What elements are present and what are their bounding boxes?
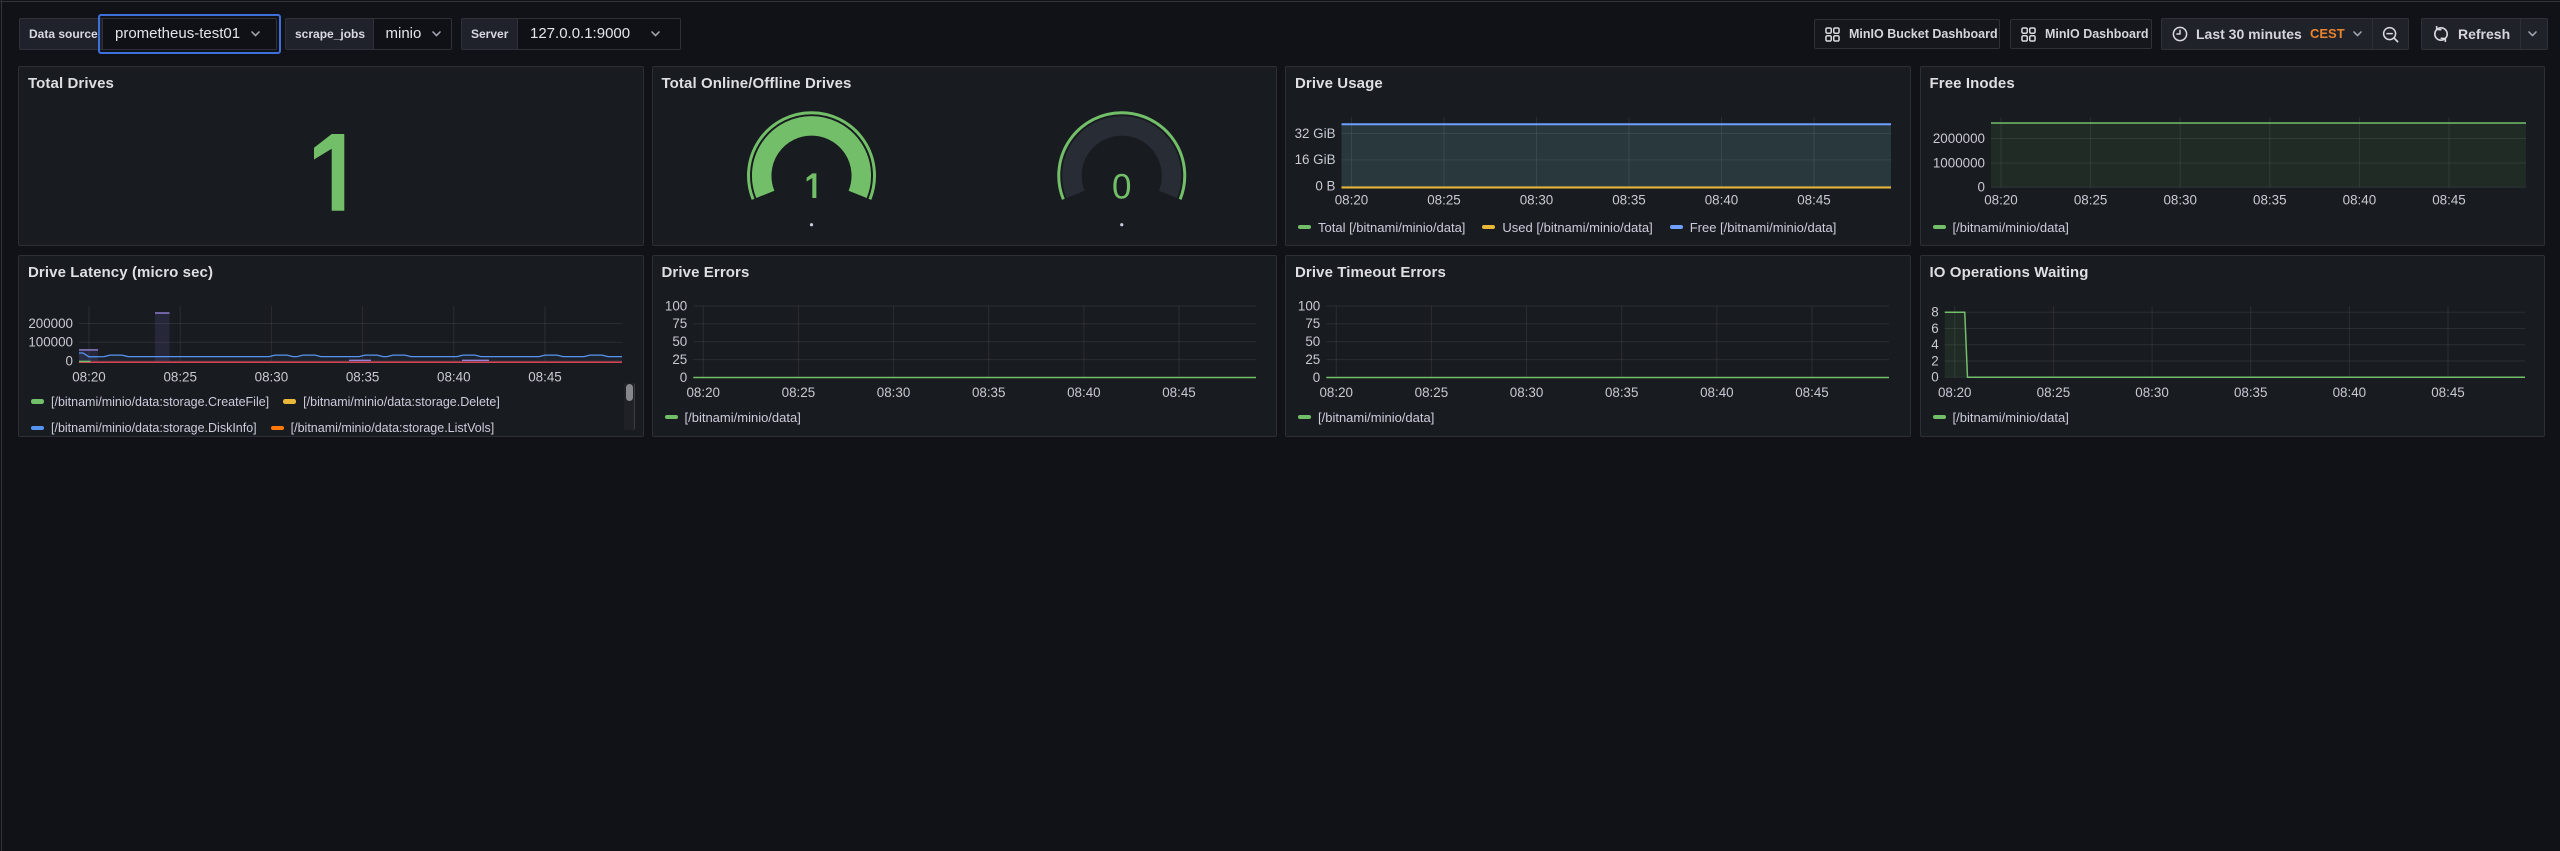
- svg-text:08:35: 08:35: [971, 385, 1005, 400]
- svg-text:08:35: 08:35: [2253, 193, 2287, 208]
- svg-text:08:30: 08:30: [1520, 193, 1554, 208]
- svg-text:08:40: 08:40: [1067, 385, 1101, 400]
- svg-text:0: 0: [1313, 370, 1320, 385]
- svg-text:25: 25: [672, 352, 687, 367]
- svg-text:08:25: 08:25: [781, 385, 815, 400]
- svg-text:0 B: 0 B: [1315, 179, 1335, 194]
- svg-text:08:40: 08:40: [437, 370, 471, 385]
- svg-text:08:20: 08:20: [1319, 385, 1353, 400]
- svg-text:08:25: 08:25: [1427, 193, 1461, 208]
- svg-text:08:20: 08:20: [1984, 193, 2018, 208]
- svg-text:75: 75: [672, 316, 687, 331]
- svg-text:08:30: 08:30: [2135, 385, 2169, 400]
- svg-text:08:45: 08:45: [1795, 385, 1829, 400]
- svg-text:08:25: 08:25: [2073, 193, 2107, 208]
- svg-text:200000: 200000: [28, 316, 73, 331]
- svg-text:08:30: 08:30: [1510, 385, 1544, 400]
- svg-text:08:45: 08:45: [2431, 385, 2465, 400]
- svg-text:08:35: 08:35: [346, 370, 380, 385]
- svg-text:0: 0: [1931, 370, 1938, 385]
- svg-text:2000000: 2000000: [1932, 131, 1984, 146]
- svg-text:8: 8: [1931, 305, 1938, 320]
- svg-text:0: 0: [66, 353, 73, 368]
- svg-text:32 GiB: 32 GiB: [1295, 126, 1336, 141]
- svg-text:08:20: 08:20: [1335, 193, 1369, 208]
- svg-text:25: 25: [1305, 352, 1320, 367]
- svg-text:2: 2: [1931, 353, 1938, 368]
- svg-text:08:20: 08:20: [72, 370, 106, 385]
- svg-text:08:40: 08:40: [1705, 193, 1739, 208]
- svg-text:08:45: 08:45: [2432, 193, 2466, 208]
- svg-text:75: 75: [1305, 316, 1320, 331]
- svg-text:08:25: 08:25: [1415, 385, 1449, 400]
- svg-text:08:35: 08:35: [2233, 385, 2267, 400]
- svg-text:08:45: 08:45: [1162, 385, 1196, 400]
- svg-text:08:25: 08:25: [2036, 385, 2070, 400]
- svg-text:08:40: 08:40: [2342, 193, 2376, 208]
- svg-text:100: 100: [1298, 298, 1320, 313]
- svg-text:08:30: 08:30: [876, 385, 910, 400]
- svg-text:08:40: 08:40: [1700, 385, 1734, 400]
- svg-text:100: 100: [664, 298, 686, 313]
- svg-text:08:35: 08:35: [1612, 193, 1646, 208]
- svg-text:1000000: 1000000: [1932, 155, 1984, 170]
- svg-text:08:45: 08:45: [528, 370, 562, 385]
- svg-text:08:20: 08:20: [1937, 385, 1971, 400]
- svg-text:50: 50: [672, 334, 687, 349]
- svg-text:08:20: 08:20: [686, 385, 720, 400]
- svg-text:08:45: 08:45: [1797, 193, 1831, 208]
- svg-text:0: 0: [679, 370, 686, 385]
- svg-text:0: 0: [1112, 168, 1131, 207]
- svg-text:6: 6: [1931, 321, 1938, 336]
- svg-text:08:25: 08:25: [163, 370, 197, 385]
- svg-text:16 GiB: 16 GiB: [1295, 152, 1336, 167]
- svg-text:08:35: 08:35: [1605, 385, 1639, 400]
- svg-text:4: 4: [1931, 337, 1939, 352]
- svg-text:50: 50: [1305, 334, 1320, 349]
- svg-text:08:30: 08:30: [255, 370, 289, 385]
- svg-text:08:40: 08:40: [2332, 385, 2366, 400]
- svg-text:100000: 100000: [28, 335, 73, 350]
- svg-text:08:30: 08:30: [2163, 193, 2197, 208]
